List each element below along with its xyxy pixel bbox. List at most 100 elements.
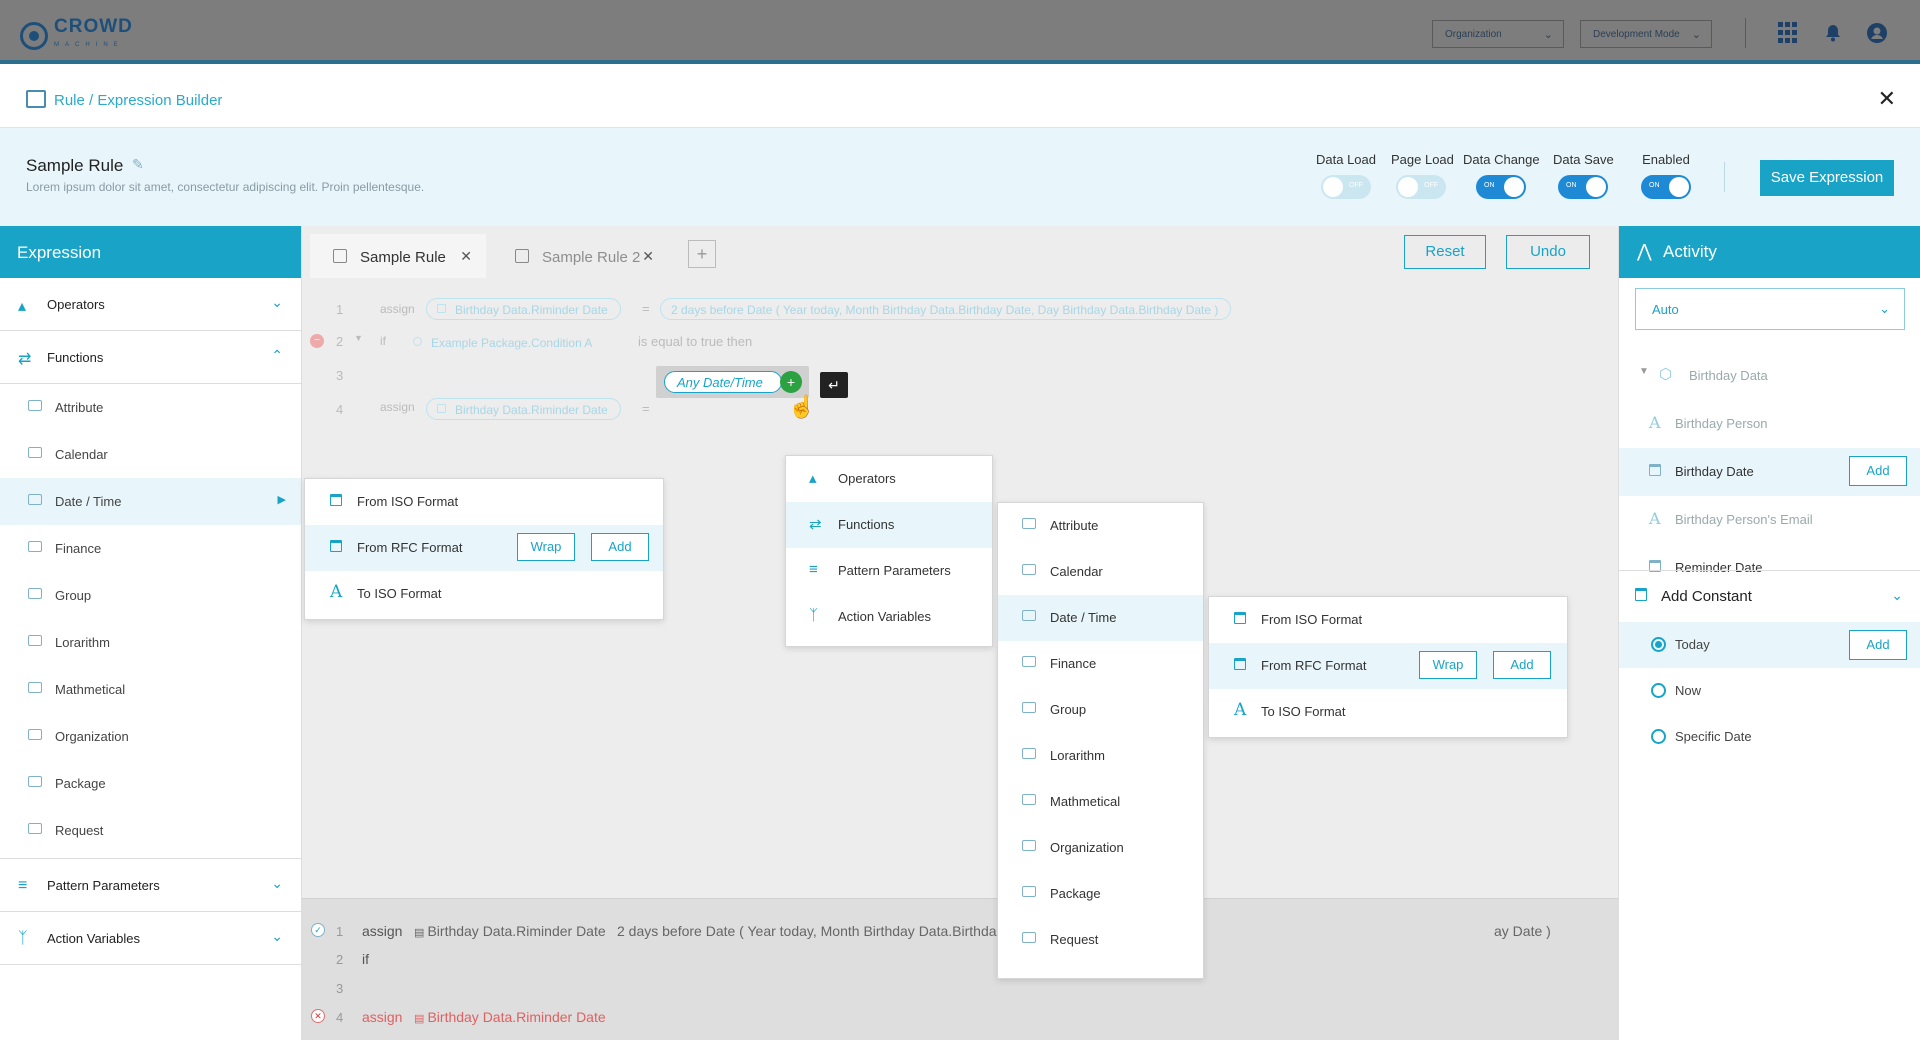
section-pattern-parameters[interactable]: ≡ Pattern Parameters ⌄ xyxy=(0,859,301,912)
any-date-time-token[interactable]: Any Date/Time xyxy=(664,371,782,393)
page-load-toggle[interactable]: OFF xyxy=(1396,175,1446,199)
folder-icon xyxy=(28,823,42,834)
chevron-down-icon: ⌄ xyxy=(271,294,283,310)
enabled-toggle[interactable]: ON xyxy=(1641,175,1691,199)
organization-select[interactable]: Organization ⌄ xyxy=(1432,20,1564,48)
submenu-item-date-time[interactable]: Date / Time xyxy=(998,595,1203,641)
section-functions[interactable]: ⇄ Functions ⌃ xyxy=(0,331,301,384)
menu-item-functions[interactable]: ⇄ Functions xyxy=(786,502,992,548)
save-expression-button[interactable]: Save Expression xyxy=(1760,160,1894,196)
apps-grid-icon[interactable] xyxy=(1778,22,1800,44)
toggle-data-save: Data Save ON xyxy=(1553,152,1614,199)
submenu-item-attribute[interactable]: Attribute xyxy=(998,503,1203,549)
function-item-finance[interactable]: Finance xyxy=(0,525,301,572)
tree-item-birthday-date[interactable]: Birthday Date Add xyxy=(1619,448,1920,496)
close-icon[interactable]: ✕ xyxy=(642,248,654,265)
add-plus-icon[interactable]: + xyxy=(780,371,802,393)
collapse-caret-icon[interactable]: ▼ xyxy=(354,333,363,343)
radio[interactable] xyxy=(1651,729,1666,744)
edit-pencil-icon[interactable]: ✎ xyxy=(132,156,144,173)
function-item-attribute[interactable]: Attribute xyxy=(0,384,301,431)
remove-line-icon[interactable]: − xyxy=(310,334,324,348)
menu-item-from-rfc-format[interactable]: From RFC Format Wrap Add xyxy=(305,525,663,571)
data-change-toggle[interactable]: ON xyxy=(1476,175,1526,199)
radio[interactable] xyxy=(1651,683,1666,698)
add-constant-button[interactable]: Add xyxy=(1849,630,1907,660)
date-time-flyout: From ISO Format From RFC Format Wrap Add… xyxy=(304,478,664,620)
add-tab-button[interactable]: + xyxy=(688,240,716,268)
menu-item-pattern-parameters[interactable]: ≡ Pattern Parameters xyxy=(786,548,992,594)
folder-icon xyxy=(1022,702,1036,713)
check-icon: ✓ xyxy=(311,923,325,937)
add-constant-header[interactable]: Add Constant ⌄ xyxy=(1619,570,1920,622)
submenu-item-mathmetical[interactable]: Mathmetical xyxy=(998,779,1203,825)
menu-item-from-iso-format[interactable]: From ISO Format xyxy=(305,479,663,525)
submenu-item-group[interactable]: Group xyxy=(998,687,1203,733)
folder-icon xyxy=(28,447,42,458)
equals-sign: = xyxy=(642,401,650,416)
function-item-package[interactable]: Package xyxy=(0,760,301,807)
text-a-icon: A xyxy=(1649,509,1661,528)
menu-item-to-iso-format[interactable]: A To ISO Format xyxy=(305,571,663,617)
notification-bell-icon[interactable] xyxy=(1822,22,1844,44)
function-item-date-time[interactable]: Date / Time ▶ xyxy=(0,478,301,525)
function-item-lorarithm[interactable]: Lorarithm xyxy=(0,619,301,666)
constant-today[interactable]: Today Add xyxy=(1619,622,1920,668)
function-item-mathmetical[interactable]: Mathmetical xyxy=(0,666,301,713)
submenu-item-request[interactable]: Request xyxy=(998,917,1203,963)
submenu-item-organization[interactable]: Organization xyxy=(998,825,1203,871)
menu-item-from-iso-format[interactable]: From ISO Format xyxy=(1209,597,1567,643)
condition-token[interactable]: Example Package.Condition A xyxy=(402,331,605,353)
condition-text: is equal to true then xyxy=(638,334,753,349)
section-action-variables[interactable]: ᛉ Action Variables ⌄ xyxy=(0,912,301,965)
expression-token[interactable]: 2 days before Date ( Year today, Month B… xyxy=(660,298,1232,320)
submenu-item-finance[interactable]: Finance xyxy=(998,641,1203,687)
output-target: ▤ Birthday Data.Riminder Date xyxy=(414,1009,606,1025)
section-operators[interactable]: ▴ Operators ⌄ xyxy=(0,278,301,331)
tree-item-birthday-person-email[interactable]: A Birthday Person's Email xyxy=(1619,496,1920,544)
user-avatar-icon[interactable] xyxy=(1866,22,1888,44)
folder-icon xyxy=(28,588,42,599)
submenu-item-lorarithm[interactable]: Lorarithm xyxy=(998,733,1203,779)
mode-select[interactable]: Development Mode ⌄ xyxy=(1580,20,1712,48)
data-load-toggle[interactable]: OFF xyxy=(1321,175,1371,199)
function-item-calendar[interactable]: Calendar xyxy=(0,431,301,478)
tree-item-birthday-person[interactable]: A Birthday Person xyxy=(1619,400,1920,448)
wrap-button[interactable]: Wrap xyxy=(1419,651,1477,679)
close-icon[interactable]: ✕ xyxy=(460,248,472,265)
function-item-request[interactable]: Request xyxy=(0,807,301,854)
close-icon[interactable]: ✕ xyxy=(1878,86,1896,112)
expression-token[interactable]: Birthday Data.Riminder Date xyxy=(426,298,621,320)
menu-item-to-iso-format[interactable]: A To ISO Format xyxy=(1209,689,1567,735)
undo-button[interactable]: Undo xyxy=(1506,235,1590,269)
constant-now[interactable]: Now xyxy=(1619,668,1920,714)
menu-item-action-variables[interactable]: ᛉ Action Variables xyxy=(786,594,992,640)
activity-select[interactable]: Auto ⌄ xyxy=(1635,288,1905,330)
calendar-icon xyxy=(1234,658,1246,670)
function-item-organization[interactable]: Organization xyxy=(0,713,301,760)
radio-selected[interactable] xyxy=(1651,637,1666,652)
submenu-item-calendar[interactable]: Calendar xyxy=(998,549,1203,595)
reset-button[interactable]: Reset xyxy=(1404,235,1486,269)
constant-specific-date[interactable]: Specific Date xyxy=(1619,714,1920,760)
logo[interactable]: CROWD MACHINE xyxy=(20,17,133,54)
menu-item-operators[interactable]: ▴ Operators xyxy=(786,456,992,502)
calendar-icon: ▤ xyxy=(414,1013,428,1025)
enter-return-icon[interactable]: ↵ xyxy=(820,372,848,398)
folder-icon xyxy=(28,635,42,646)
calendar-icon xyxy=(437,404,446,413)
tab-sample-rule[interactable]: Sample Rule ✕ xyxy=(310,234,486,278)
add-button[interactable]: Add xyxy=(591,533,649,561)
add-button[interactable]: Add xyxy=(1849,456,1907,486)
tree-group-birthday-data[interactable]: ▼ ⬡ Birthday Data xyxy=(1619,352,1920,400)
cube-icon: ⬡ xyxy=(1659,366,1673,383)
function-item-group[interactable]: Group xyxy=(0,572,301,619)
submenu-item-package[interactable]: Package xyxy=(998,871,1203,917)
menu-item-from-rfc-format[interactable]: From RFC Format Wrap Add xyxy=(1209,643,1567,689)
data-save-toggle[interactable]: ON xyxy=(1558,175,1608,199)
toggle-label: Page Load xyxy=(1391,152,1454,167)
wrap-button[interactable]: Wrap xyxy=(517,533,575,561)
tab-sample-rule-2[interactable]: Sample Rule 2 ✕ xyxy=(492,234,668,278)
add-button[interactable]: Add xyxy=(1493,651,1551,679)
expression-token[interactable]: Birthday Data.Riminder Date xyxy=(426,398,621,420)
